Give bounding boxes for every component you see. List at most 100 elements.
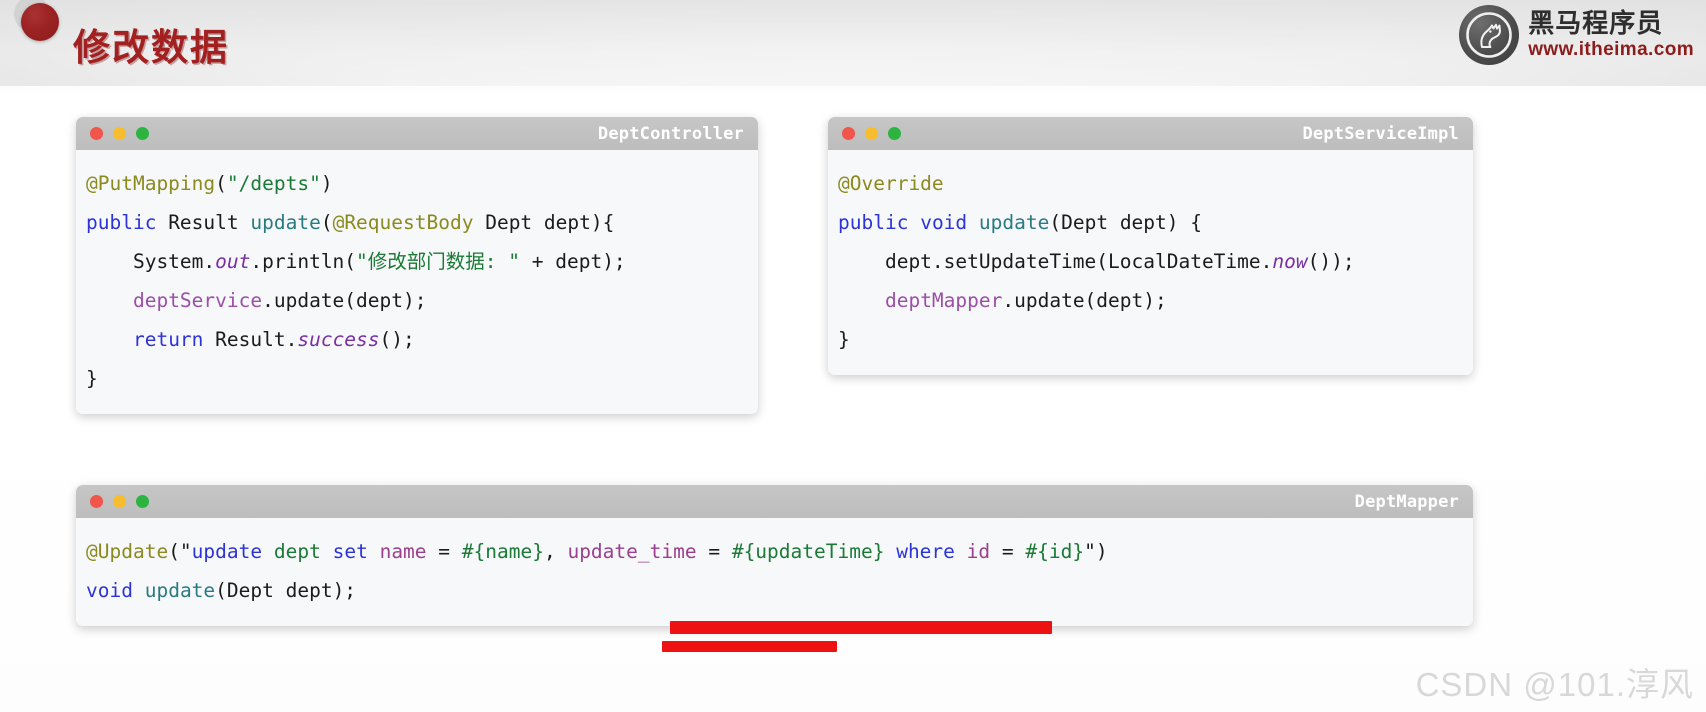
red-underline-update-time-column: [670, 621, 1052, 634]
window-title: DeptController: [597, 123, 744, 144]
code-token: update_time: [567, 540, 697, 563]
code-line: @Override: [828, 164, 1473, 203]
code-token: System.: [86, 250, 216, 273]
code-token: ,: [543, 540, 568, 563]
minimize-light-icon[interactable]: [865, 127, 878, 140]
maximize-light-icon[interactable]: [136, 495, 149, 508]
close-light-icon[interactable]: [842, 127, 855, 140]
code-line: @PutMapping("/depts"): [76, 164, 758, 203]
code-line: void update(Dept dept);: [76, 571, 1473, 610]
code-token: @Update: [86, 540, 169, 563]
code-line: deptService.update(dept);: [76, 281, 758, 320]
code-token: ());: [1307, 250, 1355, 273]
window-lights: [90, 127, 149, 140]
code-token: public: [838, 211, 909, 234]
code-token: set: [332, 540, 368, 563]
logo-url: www.itheima.com: [1528, 39, 1694, 60]
code-token: ();: [379, 328, 415, 351]
close-light-icon[interactable]: [90, 127, 103, 140]
code-token: where: [896, 540, 955, 563]
code-token: update: [191, 540, 263, 563]
code-token: (Dept dept) {: [1049, 211, 1202, 234]
code-token: return: [132, 328, 204, 351]
code-token: =: [696, 540, 732, 563]
red-underline-update-time-field: [662, 641, 837, 652]
code-token: Dept dept){: [473, 211, 615, 234]
code-line: deptMapper.update(dept);: [828, 281, 1473, 320]
code-token: @RequestBody: [332, 211, 474, 234]
code-window-controller: DeptController @PutMapping("/depts") publ…: [76, 117, 758, 414]
code-token: #{name}: [461, 540, 544, 563]
code-token: id: [966, 540, 991, 563]
code-token: }: [838, 328, 850, 351]
code-token: dept: [273, 540, 321, 563]
code-window-service: DeptServiceImpl @Override public void upd…: [828, 117, 1473, 375]
code-token: void: [86, 579, 133, 602]
code-token: .println(: [250, 250, 357, 273]
code-token: .update(dept);: [262, 289, 427, 312]
code-block: @PutMapping("/depts") public Result updat…: [76, 150, 758, 414]
code-token: (: [215, 172, 227, 195]
code-token: (": [168, 540, 192, 563]
code-token: dept.setUpdateTime(LocalDateTime.: [838, 250, 1273, 273]
window-titlebar: DeptServiceImpl: [828, 117, 1473, 150]
code-line: public Result update(@RequestBody Dept d…: [76, 203, 758, 242]
code-token: name: [379, 540, 427, 563]
code-line: }: [828, 320, 1473, 359]
code-line: System.out.println("修改部门数据: " + dept);: [76, 242, 758, 281]
minimize-light-icon[interactable]: [113, 495, 126, 508]
code-token: (Dept dept);: [215, 579, 357, 602]
code-token: out: [215, 250, 251, 273]
code-token: .update(dept);: [1002, 289, 1167, 312]
code-token: deptService: [132, 289, 263, 312]
logo-brand-name: 黑马程序员: [1528, 9, 1664, 39]
code-token: + dept);: [520, 250, 626, 273]
title-bullet-icon: [21, 3, 59, 41]
code-token: @Override: [838, 172, 944, 195]
code-line: public void update(Dept dept) {: [828, 203, 1473, 242]
maximize-light-icon[interactable]: [136, 127, 149, 140]
code-token: "修改部门数据: ": [356, 250, 521, 273]
code-token: now: [1272, 250, 1308, 273]
code-token: void: [920, 211, 968, 234]
code-block: @Override public void update(Dept dept) {…: [828, 150, 1473, 375]
code-token: success: [297, 328, 380, 351]
close-light-icon[interactable]: [90, 495, 103, 508]
code-token: #{id}: [1025, 540, 1085, 563]
minimize-light-icon[interactable]: [113, 127, 126, 140]
code-line: return Result.success();: [76, 320, 758, 359]
window-titlebar: DeptMapper: [76, 485, 1473, 518]
page-title: 修改数据: [73, 26, 229, 69]
code-token: update: [144, 579, 216, 602]
code-token: }: [86, 367, 98, 390]
window-lights: [90, 495, 149, 508]
code-token: deptMapper: [884, 289, 1003, 312]
code-token: "/depts": [226, 172, 321, 195]
horse-head-icon: [1459, 5, 1520, 65]
code-token: =: [990, 540, 1026, 563]
slide-header: 修改数据 黑马程序员 www.itheima.com: [0, 0, 1706, 96]
window-lights: [842, 127, 901, 140]
maximize-light-icon[interactable]: [888, 127, 901, 140]
code-token: (: [320, 211, 333, 234]
code-token: update: [250, 211, 321, 234]
code-line: }: [76, 359, 758, 398]
code-token: Result.: [203, 328, 298, 351]
code-window-mapper: DeptMapper @Update("update dept set name…: [76, 485, 1473, 626]
code-token: ): [320, 172, 333, 195]
window-title: DeptMapper: [1354, 491, 1459, 512]
code-token: public: [86, 211, 157, 234]
code-token: #{updateTime}: [731, 540, 885, 563]
code-token: @PutMapping: [86, 172, 216, 195]
